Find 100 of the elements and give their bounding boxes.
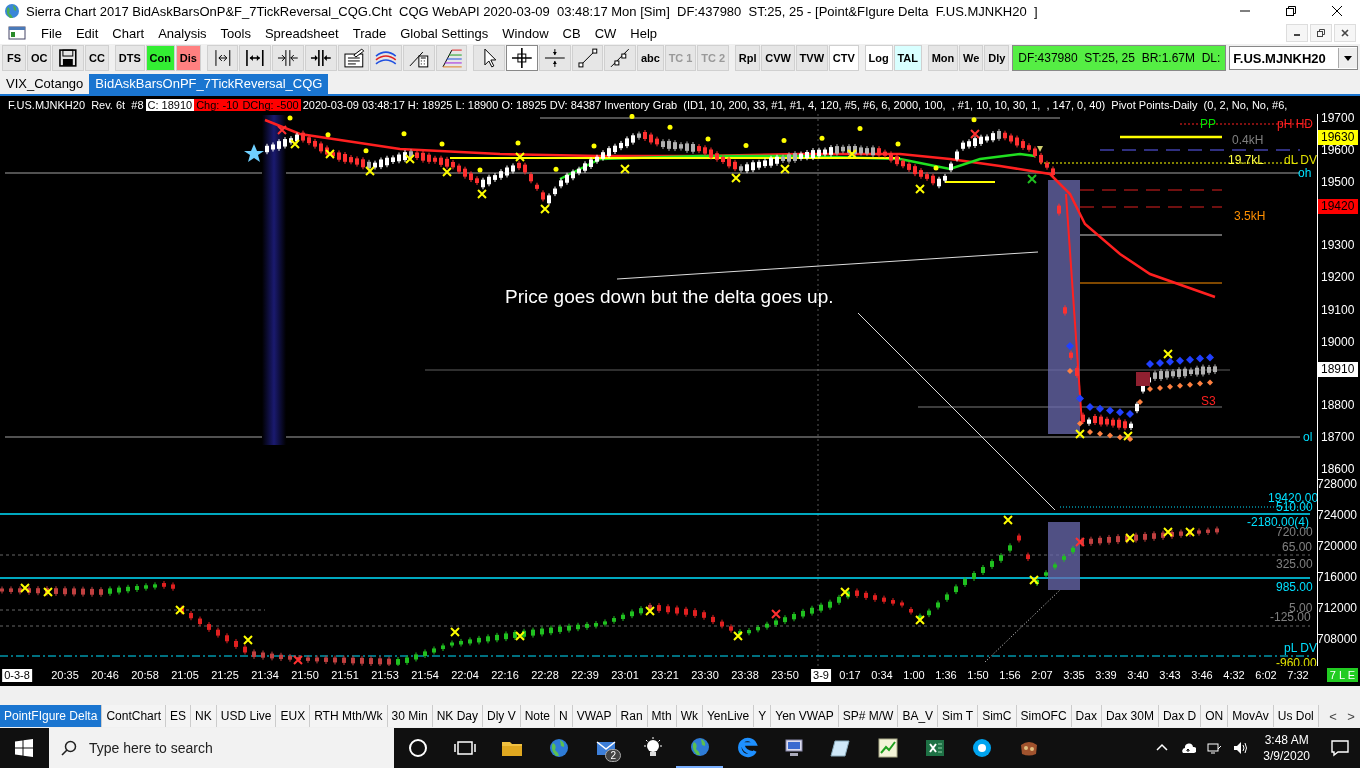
- toolbar-button[interactable]: Con: [145, 45, 175, 71]
- toolbar-button[interactable]: CC: [85, 45, 110, 71]
- chart-tab[interactable]: Note: [520, 705, 555, 727]
- chart-tab[interactable]: VWAP: [572, 705, 617, 727]
- chart-tab[interactable]: BidAskBarsOnPF_7TickReversal_CQG: [89, 74, 329, 94]
- lightbulb-icon[interactable]: [641, 737, 664, 759]
- bar-spacing-button[interactable]: [304, 45, 337, 71]
- scroll-arrow[interactable]: <: [1324, 708, 1342, 724]
- cursor-button[interactable]: [473, 45, 506, 71]
- chart-tab[interactable]: EUX: [276, 705, 311, 727]
- chart-tab[interactable]: SimC: [978, 705, 1017, 727]
- cloud-icon[interactable]: [1180, 740, 1197, 756]
- chart-tab[interactable]: USD Live: [216, 705, 277, 727]
- axis-label: 18800: [1321, 398, 1355, 412]
- chart-tab[interactable]: PointFIgure Delta: [0, 705, 103, 727]
- toolbar-button[interactable]: DTS: [114, 45, 145, 71]
- chart-tab[interactable]: Us Dol: [1273, 705, 1319, 727]
- curves-button[interactable]: [370, 45, 403, 71]
- menu-item[interactable]: Window: [495, 23, 556, 43]
- measure-button[interactable]: [538, 45, 571, 71]
- toolbar-button[interactable]: Mon: [927, 45, 959, 71]
- restore-icon[interactable]: [1285, 5, 1297, 17]
- chart-tab[interactable]: SimOFC: [1016, 705, 1072, 727]
- chart-tab[interactable]: MovAv: [1228, 705, 1274, 727]
- time-label: 1:36: [935, 669, 957, 682]
- chart-tab[interactable]: YenLive: [702, 705, 755, 727]
- circle-icon[interactable]: [406, 737, 429, 759]
- ray-button[interactable]: [604, 45, 636, 71]
- menu-item[interactable]: Tools: [213, 23, 258, 43]
- clock[interactable]: 3:48 AM 3/9/2020: [1253, 732, 1320, 764]
- chart-tab[interactable]: NK: [191, 705, 217, 727]
- toolbar-button[interactable]: abc: [637, 45, 664, 71]
- chart-tab[interactable]: Wk: [676, 705, 703, 727]
- menu-item[interactable]: Spreadsheet: [257, 23, 346, 43]
- menu-item[interactable]: Edit: [68, 23, 106, 43]
- network-icon[interactable]: [1206, 740, 1223, 756]
- chart-tab[interactable]: Dax D: [1158, 705, 1202, 727]
- toolbar-button[interactable]: Dly: [984, 45, 1010, 71]
- chart-tab[interactable]: RTH Mth/Wk: [310, 705, 388, 727]
- symbol-dropdown[interactable]: F.US.MJNKH20: [1229, 46, 1358, 70]
- toolbar-button[interactable]: CTV: [828, 45, 859, 71]
- toolbar-button[interactable]: TAL: [893, 45, 922, 71]
- chart-icon[interactable]: [876, 737, 899, 759]
- chart-tab[interactable]: BA_V: [898, 705, 939, 727]
- globe-icon[interactable]: [688, 736, 711, 758]
- chat-icon[interactable]: [970, 737, 993, 759]
- search-field[interactable]: Type here to search: [49, 728, 394, 768]
- close-icon[interactable]: [1331, 5, 1343, 17]
- crosshair-button[interactable]: [506, 45, 538, 71]
- chart-tab[interactable]: ContChart: [102, 705, 167, 727]
- chart-tab[interactable]: Yen VWAP: [771, 705, 839, 727]
- globe-icon[interactable]: [547, 737, 570, 759]
- chart-tab[interactable]: Dax: [1071, 705, 1102, 727]
- menu-item[interactable]: Help: [623, 23, 665, 43]
- menu-item[interactable]: CW: [587, 23, 624, 43]
- calculator-line-button[interactable]: [403, 45, 435, 71]
- tablet-icon[interactable]: [829, 737, 852, 759]
- toolbar-button[interactable]: TVW: [795, 45, 828, 71]
- toolbar-button[interactable]: Log: [864, 45, 893, 71]
- bar-spacing-button[interactable]: [206, 45, 239, 71]
- chart-tab[interactable]: SP# M/W: [838, 705, 899, 727]
- menu-item[interactable]: Global Settings: [393, 23, 496, 43]
- restore-icon[interactable]: [1310, 24, 1332, 42]
- fibonacci-button[interactable]: [435, 45, 468, 71]
- menu-item[interactable]: Chart: [105, 23, 152, 43]
- chart-tab[interactable]: ON: [1201, 705, 1229, 727]
- chart-tab[interactable]: Mth: [647, 705, 677, 727]
- chart-tab[interactable]: ES: [166, 705, 192, 727]
- browser-icon[interactable]: [735, 737, 758, 759]
- chart-tab[interactable]: NK Day: [432, 705, 483, 727]
- chart-tab[interactable]: Dly V: [483, 705, 521, 727]
- chart-tab[interactable]: N: [555, 705, 573, 727]
- spreadsheet-icon[interactable]: [923, 737, 946, 759]
- bar-spacing-button[interactable]: [272, 45, 304, 71]
- toolbar-button[interactable]: CVW: [761, 45, 795, 71]
- toolbar-button[interactable]: OC: [27, 45, 52, 71]
- chart-tab[interactable]: Sim T: [938, 705, 979, 727]
- status-badge: 7 L E: [1326, 668, 1358, 682]
- toolbar-button[interactable]: We: [959, 45, 984, 71]
- scroll-arrow[interactable]: >: [1342, 708, 1360, 724]
- computer-icon[interactable]: [782, 737, 805, 759]
- chart-tab[interactable]: Dax 30M: [1101, 705, 1159, 727]
- toolbar-button[interactable]: FS: [2, 45, 26, 71]
- toolbar-button[interactable]: Dis: [175, 45, 201, 71]
- menu-item[interactable]: Analysis: [151, 23, 214, 43]
- chart-tab[interactable]: Ran: [616, 705, 648, 727]
- menu-item[interactable]: File: [34, 23, 69, 43]
- chart-tab[interactable]: Y: [754, 705, 772, 727]
- menu-item[interactable]: Trade: [345, 23, 394, 43]
- chart-tab[interactable]: 30 Min: [387, 705, 433, 727]
- bar-spacing-button[interactable]: [239, 45, 272, 71]
- menu-item[interactable]: CB: [555, 23, 588, 43]
- minimize-icon[interactable]: [1286, 24, 1308, 42]
- start-icon[interactable]: [14, 739, 33, 757]
- speaker-icon[interactable]: [1232, 740, 1249, 756]
- form-button[interactable]: [337, 45, 370, 71]
- line-button[interactable]: [571, 45, 604, 71]
- save-button[interactable]: [52, 45, 85, 71]
- notification-icon[interactable]: [1331, 739, 1349, 757]
- toolbar-button[interactable]: Rpl: [734, 45, 761, 71]
